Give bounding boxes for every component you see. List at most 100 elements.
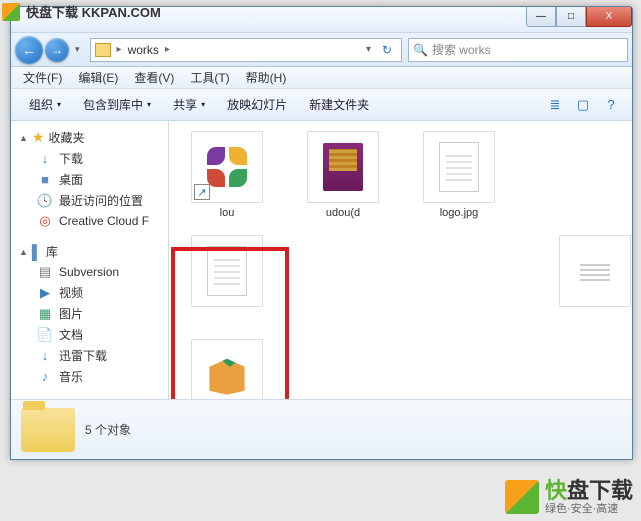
item-label: 图片 [59, 305, 83, 322]
item-label: 桌面 [59, 171, 83, 188]
menu-view[interactable]: 查看(V) [128, 67, 180, 88]
sidebar-item[interactable]: 🕓最近访问的位置 [11, 190, 168, 211]
sidebar-item[interactable]: ◎Creative Cloud F [11, 211, 168, 231]
include-library-button[interactable]: 包含到库中▾ [73, 92, 161, 117]
back-button[interactable]: ← [15, 36, 43, 64]
favorites-header[interactable]: ▲ ★ 收藏夹 [11, 127, 168, 148]
installer-icon [205, 355, 249, 395]
archive-icon [323, 143, 363, 191]
watermark-text: 快盘下载 KKPAN.COM [26, 2, 161, 21]
file-thumbnail [423, 131, 495, 203]
search-icon: 🔍 [413, 43, 428, 57]
forward-button[interactable]: → [45, 38, 69, 62]
chevron-down-icon: ▾ [57, 100, 61, 109]
chevron-down-icon: ▾ [147, 100, 151, 109]
shortcut-arrow-icon: ↗ [194, 184, 210, 200]
status-bar: 5 个对象 [11, 399, 632, 459]
sidebar-item[interactable]: ▤Subversion [11, 262, 168, 282]
item-label: 最近访问的位置 [59, 192, 143, 209]
breadcrumb-sep-icon: ▸ [165, 44, 170, 55]
item-icon: ↓ [37, 348, 53, 364]
maximize-button[interactable]: □ [556, 7, 586, 27]
bottom-watermark: 快盘下载 绿色·安全·高速 [505, 479, 633, 515]
share-button[interactable]: 共享▾ [163, 92, 215, 117]
breadcrumb-folder[interactable]: works [128, 43, 159, 57]
item-label: Creative Cloud F [59, 214, 149, 228]
new-folder-button[interactable]: 新建文件夹 [299, 92, 379, 117]
item-icon: ■ [37, 172, 53, 188]
address-dropdown-icon[interactable]: ▾ [366, 44, 371, 55]
file-list-area[interactable]: ↗ lou udou(d logo.jpg QuartusSetup-15.0.… [169, 121, 632, 399]
menu-tools[interactable]: 工具(T) [184, 67, 235, 88]
explorer-window: — □ X ← → ▾ ▸ works ▸ ▾ ↻ 🔍 搜索 works 文件(… [10, 6, 633, 460]
file-thumbnail [559, 235, 631, 307]
file-item[interactable]: ↗ lou [181, 131, 273, 221]
file-item[interactable] [570, 235, 620, 311]
menu-help[interactable]: 帮助(H) [240, 67, 293, 88]
command-toolbar: 组织▾ 包含到库中▾ 共享▾ 放映幻灯片 新建文件夹 ≣ ▢ ? [11, 89, 632, 121]
item-icon: ▶ [37, 285, 53, 301]
file-thumbnail [191, 235, 263, 307]
view-mode-button[interactable]: ≣ [542, 94, 568, 116]
libraries-header[interactable]: ▲ ▌ 库 [11, 241, 168, 262]
file-item[interactable]: QuartusSetup-15.0.0.145-windows.exe [181, 339, 273, 399]
menu-bar: 文件(F) 编辑(E) 查看(V) 工具(T) 帮助(H) [11, 67, 632, 89]
menu-edit[interactable]: 编辑(E) [72, 67, 124, 88]
menu-file[interactable]: 文件(F) [17, 67, 68, 88]
file-name: udou(d [326, 207, 360, 221]
watermark-logo-icon [2, 3, 20, 21]
search-placeholder: 搜索 works [432, 41, 491, 58]
fragment-icon [580, 261, 610, 281]
refresh-button[interactable]: ↻ [377, 43, 397, 57]
favorites-group: ▲ ★ 收藏夹 ↓下载 ■ 桌面 🕓最近访问的位置◎Creative Cloud F [11, 127, 168, 231]
favorites-label: 收藏夹 [48, 129, 84, 146]
file-item[interactable]: logo.jpg [413, 131, 505, 221]
preview-pane-button[interactable]: ▢ [570, 94, 596, 116]
file-item[interactable]: udou(d [297, 131, 389, 221]
library-icon: ▌ [32, 244, 42, 260]
search-input[interactable]: 🔍 搜索 works [408, 38, 628, 62]
item-icon: 📄 [37, 327, 53, 343]
watermark-logo-icon [505, 480, 539, 514]
sidebar-item[interactable]: ↓ 迅雷下载 [11, 345, 168, 366]
chevron-down-icon: ▾ [201, 100, 205, 109]
file-name: lou [220, 207, 235, 221]
sidebar-item[interactable]: ♪音乐 [11, 366, 168, 387]
file-name: logo.jpg [440, 207, 479, 221]
file-item[interactable] [181, 235, 273, 311]
item-icon: ↓ [37, 151, 53, 167]
close-button[interactable]: X [586, 7, 632, 27]
nav-history-dropdown[interactable]: ▾ [71, 44, 84, 55]
sidebar-item[interactable]: ■ 桌面 [11, 169, 168, 190]
item-count: 5 个对象 [85, 421, 131, 438]
collapse-icon: ▲ [19, 133, 28, 143]
top-watermark: 快盘下载 KKPAN.COM [2, 2, 161, 21]
slideshow-button[interactable]: 放映幻灯片 [217, 92, 297, 117]
folder-icon [95, 43, 111, 57]
item-label: Subversion [59, 265, 119, 279]
star-icon: ★ [32, 129, 45, 146]
sidebar-item[interactable]: ▦图片 [11, 303, 168, 324]
help-button[interactable]: ? [598, 94, 624, 116]
organize-button[interactable]: 组织▾ [19, 92, 71, 117]
sidebar-item[interactable]: ▶ 视频 [11, 282, 168, 303]
watermark-text-group: 快盘下载 绿色·安全·高速 [545, 479, 633, 515]
item-label: 文档 [59, 326, 83, 343]
page-icon [439, 142, 479, 192]
watermark-subtitle: 绿色·安全·高速 [545, 503, 633, 515]
minimize-button[interactable]: — [526, 7, 556, 27]
item-label: 迅雷下载 [59, 347, 107, 364]
file-thumbnail [191, 339, 263, 399]
item-label: 视频 [59, 284, 83, 301]
sidebar-item[interactable]: 📄 文档 [11, 324, 168, 345]
address-bar[interactable]: ▸ works ▸ ▾ ↻ [90, 38, 402, 62]
app-icon [205, 145, 249, 189]
file-thumbnail: ↗ [191, 131, 263, 203]
sidebar-item[interactable]: ↓下载 [11, 148, 168, 169]
navigation-pane: ▲ ★ 收藏夹 ↓下载■桌面🕓最近访问的位置◎Creative Cloud F … [11, 121, 169, 399]
libraries-group: ▲ ▌ 库 ▤Subversion ▶ 视频 ▦图片 📄 文档 ↓ 迅雷下载 ♪音乐 [11, 241, 168, 387]
file-grid: ↗ lou udou(d logo.jpg QuartusSetup-15.0.… [181, 131, 620, 399]
breadcrumb-sep-icon: ▸ [117, 44, 122, 55]
file-thumbnail [307, 131, 379, 203]
collapse-icon: ▲ [19, 247, 28, 257]
